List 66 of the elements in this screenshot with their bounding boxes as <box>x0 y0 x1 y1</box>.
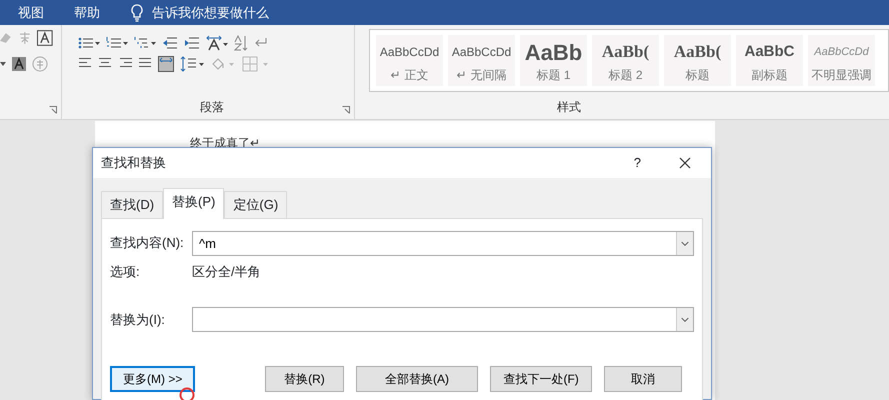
style-preview: AaBb <box>524 38 582 66</box>
character-spacing-icon[interactable] <box>206 35 228 51</box>
caret-icon[interactable] <box>0 62 6 66</box>
paragraph-mark: ↵ <box>390 67 401 84</box>
dropdown-field[interactable] <box>192 307 694 332</box>
line-spacing-icon[interactable] <box>180 56 204 72</box>
sort-icon[interactable] <box>234 35 248 51</box>
style-preview: AaBb( <box>602 41 650 64</box>
style-option[interactable]: AaBb 标题 1 <box>520 35 587 86</box>
dialog-tab[interactable]: 定位(G) <box>224 191 288 218</box>
menu-item[interactable]: 视图 <box>18 2 44 22</box>
dropdown-field[interactable]: ^m <box>192 230 694 256</box>
lightbulb-icon[interactable] <box>130 4 144 22</box>
justify-icon[interactable] <box>138 58 152 70</box>
bullets-icon[interactable] <box>78 36 100 50</box>
style-preview: AaBbCcDd <box>380 44 440 61</box>
style-option[interactable]: AaBbC 副标题 <box>736 35 803 86</box>
dialog-button[interactable]: 查找下一处(F) <box>490 366 592 392</box>
increase-indent-icon[interactable] <box>184 36 200 50</box>
paragraph-mark-icon[interactable] <box>254 37 268 49</box>
style-option[interactable]: AaBbCcDd ↵ 正文 <box>376 35 443 86</box>
options-label: 选项: <box>110 262 141 280</box>
click-indicator-icon <box>179 387 195 400</box>
tell-me-search[interactable]: 告诉我你想要做什么 <box>152 2 269 22</box>
character-border-icon[interactable] <box>37 30 54 46</box>
field-label: 查找内容(N): <box>110 234 185 252</box>
numbering-icon[interactable] <box>106 36 128 50</box>
style-preview: AaBb( <box>674 41 722 64</box>
group-label: 段落 <box>200 99 224 116</box>
character-shading-icon[interactable] <box>12 57 26 71</box>
style-option[interactable]: AaBb( 标题 <box>664 35 731 86</box>
decrease-indent-icon[interactable] <box>162 36 178 50</box>
dialog-launcher-icon[interactable] <box>49 106 57 114</box>
style-name: 不明显强调 <box>812 67 872 84</box>
style-preview: AaBbCcDd <box>814 44 869 60</box>
close-icon[interactable] <box>679 157 691 169</box>
style-name: 正文 <box>404 67 429 84</box>
style-name: 无间隔 <box>470 67 507 84</box>
dialog-button[interactable]: 取消 <box>604 366 682 392</box>
field-label: 替换为(I): <box>110 310 166 329</box>
dialog-tab[interactable]: 查找(D) <box>101 191 164 218</box>
help-button[interactable]: ? <box>634 153 641 173</box>
style-name: 标题 1 <box>536 67 570 84</box>
paragraph-mark: ↵ <box>456 67 467 84</box>
style-name: 副标题 <box>752 67 788 84</box>
dialog-button[interactable]: 更多(M) >> <box>110 366 196 392</box>
menu-item[interactable]: 帮助 <box>74 2 100 22</box>
dialog-button[interactable]: 替换(R) <box>265 366 344 392</box>
align-right-icon[interactable] <box>118 58 132 70</box>
options-value: 区分全/半角 <box>192 262 261 280</box>
style-name: 标题 <box>686 67 710 84</box>
style-preview: AaBbC <box>744 42 794 62</box>
style-name: 标题 2 <box>608 67 642 84</box>
style-option[interactable]: AaBbCcDd ↵ 无间隔 <box>448 35 515 86</box>
dialog-title: 查找和替换 <box>101 154 166 172</box>
dialog-launcher-icon[interactable] <box>342 106 350 114</box>
dialog-tab[interactable]: 替换(P) <box>163 188 224 218</box>
distributed-icon[interactable] <box>158 56 174 72</box>
style-option[interactable]: AaBb( 标题 2 <box>592 35 659 86</box>
dialog-button[interactable]: 全部替换(A) <box>356 366 478 392</box>
multilevel-list-icon[interactable] <box>134 36 156 50</box>
group-label: 样式 <box>557 99 581 116</box>
center-icon[interactable] <box>98 58 112 70</box>
align-left-icon[interactable] <box>78 58 92 70</box>
style-preview: AaBbCcDd <box>452 44 512 61</box>
style-option[interactable]: AaBbCcDd 不明显强调 <box>808 35 875 86</box>
